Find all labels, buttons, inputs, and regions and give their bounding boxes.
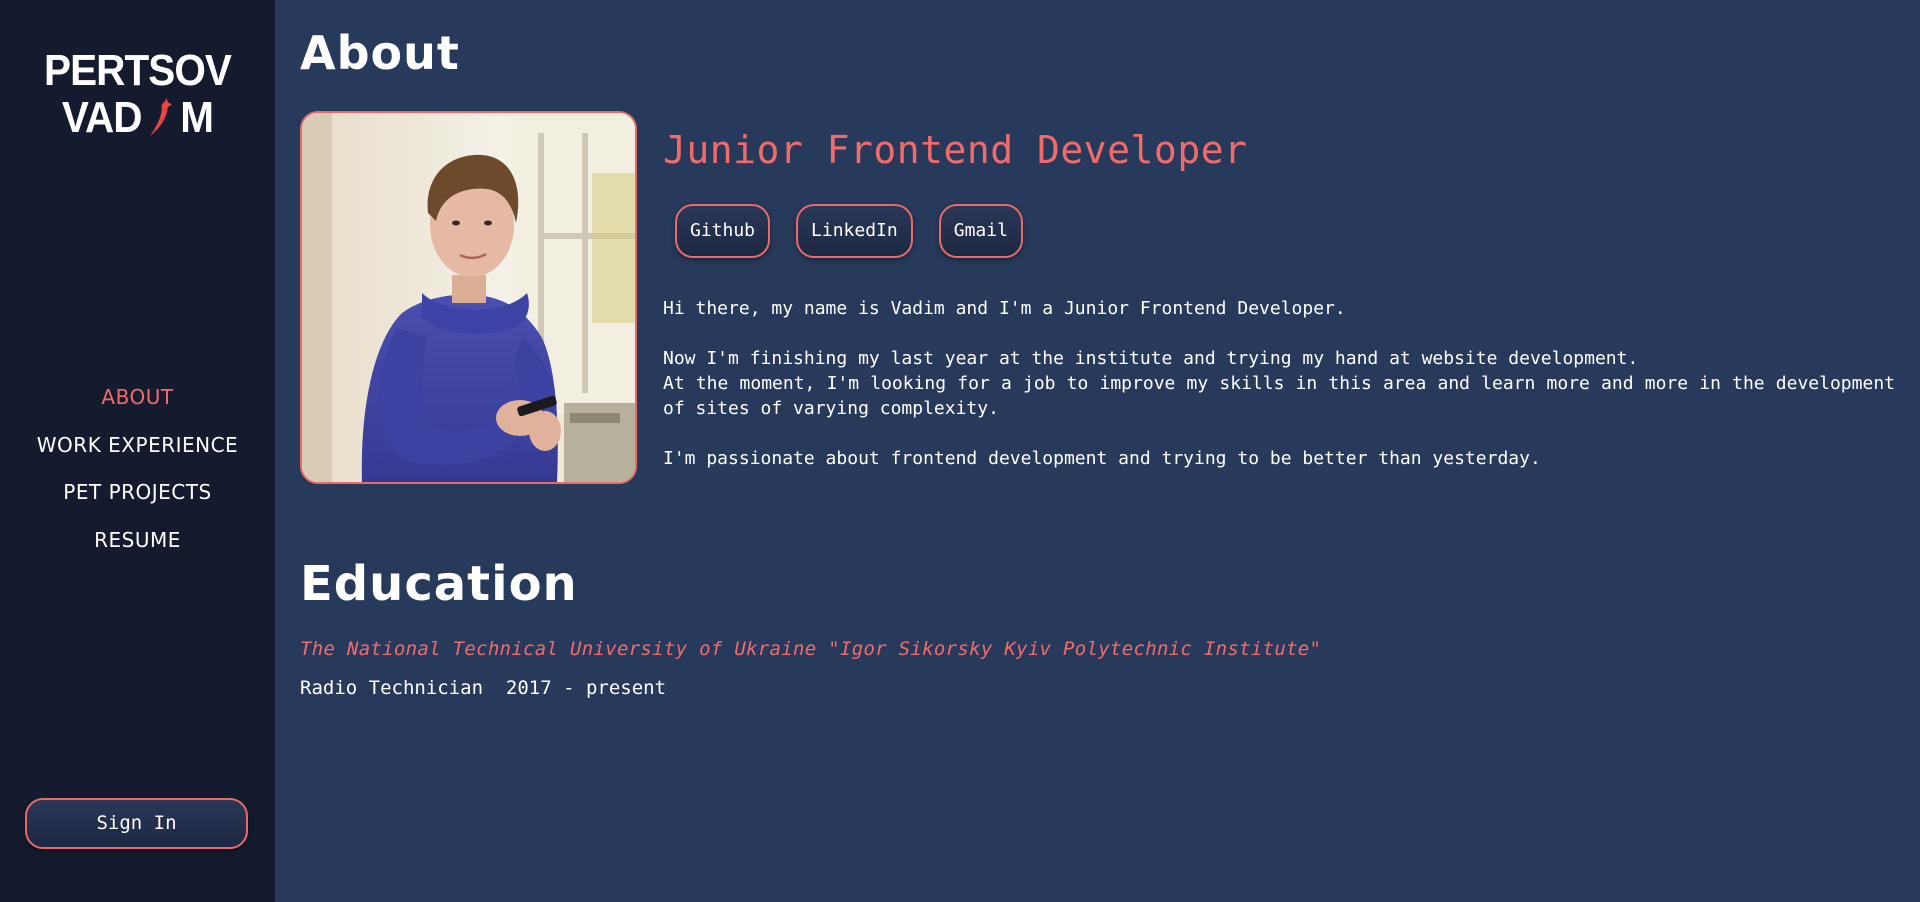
sign-in-button[interactable]: Sign In (25, 798, 248, 849)
gmail-link[interactable]: Gmail (938, 204, 1023, 258)
about-heading: About (300, 26, 460, 80)
sidebar: PERTSOV VAD M ABOUT WORK EXPERIENCE PET … (0, 0, 275, 902)
main-nav: ABOUT WORK EXPERIENCE PET PROJECTS RESUM… (0, 382, 275, 572)
bio-paragraph-intro: Hi there, my name is Vadim and I'm a Jun… (663, 298, 1346, 319)
education-heading: Education (300, 556, 578, 612)
education-institution: The National Technical University of Ukr… (300, 638, 1322, 660)
bio-paragraph-passion: I'm passionate about frontend developmen… (663, 448, 1541, 469)
nav-item-pet-projects[interactable]: PET PROJECTS (0, 477, 275, 525)
logo-line-2: VAD M (11, 94, 264, 141)
logo[interactable]: PERTSOV VAD M (11, 48, 264, 141)
social-links: Github LinkedIn Gmail (675, 204, 1023, 258)
github-link[interactable]: Github (675, 204, 771, 258)
nav-item-work-experience[interactable]: WORK EXPERIENCE (0, 430, 275, 478)
logo-line-1: PERTSOV (43, 46, 232, 95)
linkedin-link[interactable]: LinkedIn (796, 204, 913, 258)
role-title: Junior Frontend Developer (663, 128, 1248, 172)
logo-line-2-end: M (180, 93, 214, 142)
logo-line-2-start: VAD (61, 93, 143, 142)
nav-item-resume[interactable]: RESUME (0, 525, 275, 573)
profile-photo (300, 111, 637, 484)
bio-text: Hi there, my name is Vadim and I'm a Jun… (663, 296, 1895, 471)
chili-pepper-icon (149, 98, 172, 136)
education-degree: Radio Technician 2017 - present (300, 677, 667, 699)
bio-paragraph-job: At the moment, I'm looking for a job to … (663, 373, 1895, 419)
nav-item-about[interactable]: ABOUT (0, 382, 275, 430)
bio-paragraph-study: Now I'm finishing my last year at the in… (663, 348, 1639, 369)
